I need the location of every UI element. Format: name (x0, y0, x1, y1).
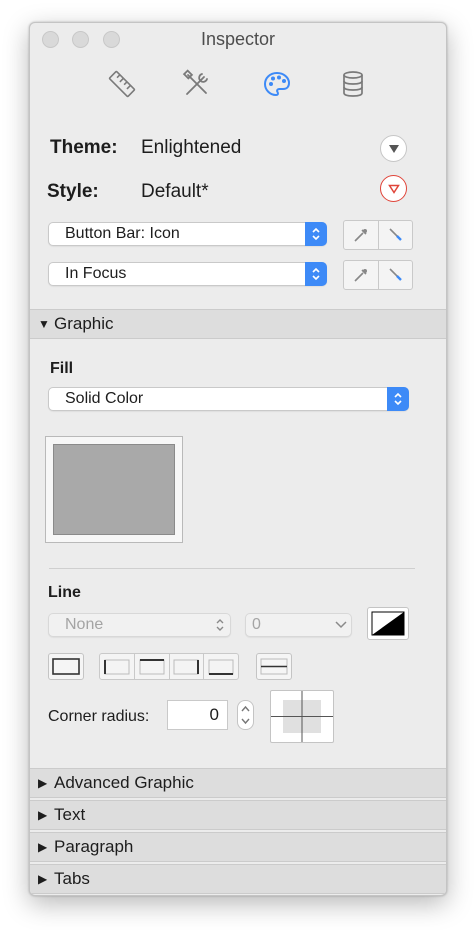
border-bottom-icon (208, 659, 234, 675)
eyedropper-icon (354, 229, 367, 242)
palette-icon (263, 71, 291, 97)
border-right-icon (173, 659, 200, 674)
element-popup[interactable]: Button Bar: Icon (48, 222, 327, 246)
warning-chevron-icon (387, 184, 400, 194)
border-top-icon (139, 658, 165, 674)
stepper-arrows-icon (241, 705, 250, 725)
state-popup-value: In Focus (65, 265, 127, 282)
corner-grid-icon (271, 691, 333, 742)
fill-label: Fill (50, 360, 74, 377)
eyedropper-icon (354, 269, 367, 282)
section-tabs-label: Tabs (54, 869, 90, 888)
eyedropper-apply-icon (389, 228, 403, 241)
border-bottom-button[interactable] (203, 654, 238, 679)
corner-radius-stepper[interactable] (237, 700, 254, 730)
corner-radius-value: 0 (209, 705, 219, 724)
line-label: Line (48, 584, 81, 601)
border-left-button[interactable] (100, 654, 134, 679)
border-all-icon (52, 658, 80, 675)
border-sides-group (99, 653, 239, 680)
chevron-down-icon (330, 613, 352, 637)
border-left-icon (103, 659, 130, 674)
theme-value: Enlightened (141, 137, 242, 158)
section-graphic[interactable]: ▼ Graphic (30, 309, 446, 339)
eyedropper-apply-icon (389, 268, 403, 281)
section-paragraph[interactable]: ▶ Paragraph (30, 832, 446, 862)
state-popup[interactable]: In Focus (48, 262, 327, 286)
theme-menu-button[interactable] (380, 135, 407, 162)
section-advanced-graphic[interactable]: ▶ Advanced Graphic (30, 768, 446, 798)
popup-arrows-icon (387, 387, 409, 411)
tab-tools[interactable] (180, 67, 214, 101)
line-width-value: 0 (252, 616, 261, 633)
border-middle-button[interactable] (256, 653, 292, 680)
line-width-combo[interactable]: 0 (245, 613, 352, 637)
tab-ruler[interactable] (105, 67, 139, 101)
tab-styles[interactable] (260, 67, 294, 101)
line-style-value: None (65, 616, 104, 633)
section-advanced-graphic-label: Advanced Graphic (54, 773, 194, 792)
tab-data[interactable] (336, 67, 370, 101)
fill-color-well[interactable] (45, 436, 183, 543)
border-middle-icon (260, 658, 288, 675)
popup-arrows-icon (305, 222, 327, 246)
eyedropper-pick-button[interactable] (344, 221, 378, 249)
corner-picker[interactable] (270, 690, 334, 743)
section-graphic-label: Graphic (54, 314, 114, 333)
section-text[interactable]: ▶ Text (30, 800, 446, 830)
eyedropper-apply-button[interactable] (377, 221, 413, 249)
divider (49, 568, 415, 569)
database-icon (343, 71, 363, 97)
style-menu-button[interactable] (380, 175, 407, 202)
state-picker-group (343, 260, 413, 290)
eyedropper-pick-button[interactable] (344, 261, 378, 289)
fill-type-value: Solid Color (65, 390, 144, 407)
section-tabs[interactable]: ▶ Tabs (30, 864, 446, 894)
style-value: Default* (141, 181, 209, 202)
popup-arrows-icon (209, 613, 231, 637)
no-color-swatch (371, 611, 405, 636)
popup-arrows-icon (305, 262, 327, 286)
line-style-popup[interactable]: None (48, 613, 231, 637)
theme-label: Theme: (50, 137, 118, 158)
section-text-label: Text (54, 805, 86, 824)
element-popup-value: Button Bar: Icon (65, 225, 180, 242)
title-bar: Inspector (30, 23, 446, 53)
border-top-button[interactable] (133, 654, 169, 679)
fill-color-swatch (53, 444, 175, 535)
window-title: Inspector (200, 29, 276, 49)
disclosure-open-icon: ▼ (38, 317, 50, 331)
style-label: Style: (47, 181, 99, 202)
element-picker-group (343, 220, 413, 250)
chevron-down-icon (388, 144, 399, 153)
border-right-button[interactable] (168, 654, 204, 679)
line-color-well[interactable] (367, 607, 409, 640)
inspector-window: Inspector Theme: Enlightened Style: Defa… (29, 22, 447, 896)
eyedropper-apply-button[interactable] (377, 261, 413, 289)
disclosure-closed-icon: ▶ (38, 776, 48, 790)
tools-icon (182, 69, 208, 95)
section-paragraph-label: Paragraph (54, 837, 134, 856)
disclosure-closed-icon: ▶ (38, 808, 48, 822)
fill-type-popup[interactable]: Solid Color (48, 387, 409, 411)
ruler-icon (108, 70, 136, 98)
border-all-button[interactable] (48, 653, 84, 680)
corner-radius-field[interactable]: 0 (167, 700, 228, 730)
disclosure-closed-icon: ▶ (38, 872, 48, 886)
corner-radius-label: Corner radius: (48, 708, 150, 725)
disclosure-closed-icon: ▶ (38, 840, 48, 854)
